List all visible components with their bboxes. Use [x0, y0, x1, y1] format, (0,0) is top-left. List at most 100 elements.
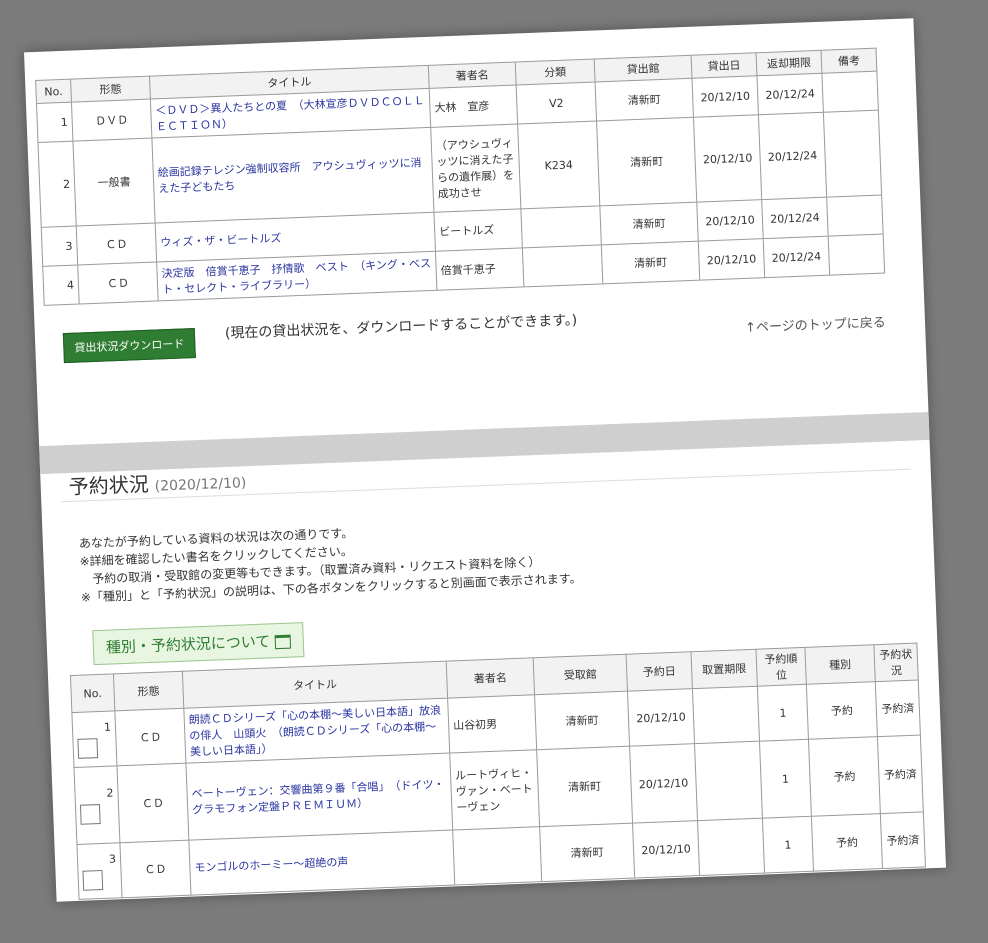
row-no-cell: 3	[76, 842, 123, 900]
col-kind: 種別	[804, 644, 876, 685]
row-no: 2	[106, 786, 114, 800]
row-rank: 1	[759, 739, 812, 819]
row-branch: 清新町	[539, 823, 635, 882]
row-author: ビートルズ	[433, 208, 523, 252]
download-button[interactable]: 貸出状況ダウンロード	[62, 328, 196, 364]
row-title: ベートーヴェン：交響曲第９番「合唱」 （ドイツ・グラモフォン定盤ＰＲＥＭＩＵＭ）	[185, 753, 453, 841]
select-checkbox[interactable]	[77, 737, 99, 759]
row-title: 絵画記録テレジン強制収容所 アウシュヴィッツに消えた子どもたち	[151, 127, 434, 223]
row-author: 倍賞千恵子	[435, 247, 524, 291]
section-divider	[39, 411, 930, 475]
row-branch: 清新町	[601, 241, 700, 284]
row-author: ルートヴィヒ・ヴァン・ベートーヴェン	[449, 749, 540, 831]
row-date: 20/12/10	[627, 688, 695, 747]
row-no-cell: 1	[71, 710, 117, 768]
row-hold	[694, 741, 763, 821]
col-format: 形態	[113, 671, 184, 711]
row-branch: 清新町	[596, 117, 697, 206]
col-date: 予約日	[626, 651, 693, 692]
row-note	[823, 110, 882, 198]
row-out: 20/12/10	[698, 238, 765, 281]
reserve-date: (2020/12/10)	[154, 475, 247, 495]
row-hold	[692, 686, 760, 744]
about-reserve-button[interactable]: 種別・予約状況について	[92, 622, 304, 666]
row-author: （アウシュヴィッツに消えた子らの遺作展）を成功させ	[430, 123, 521, 213]
row-out: 20/12/10	[693, 114, 762, 203]
row-no: 1	[103, 720, 112, 734]
new-window-icon	[274, 634, 291, 649]
row-rank: 1	[762, 816, 814, 874]
row-out: 20/12/10	[691, 75, 759, 118]
row-class: K234	[517, 120, 600, 209]
col-note: 備考	[821, 48, 877, 74]
row-due: 20/12/24	[763, 236, 830, 278]
row-branch: 清新町	[595, 78, 694, 121]
row-class	[520, 205, 602, 248]
title-link[interactable]: 決定版 倍賞千恵子 抒情歌 ベスト （キング・ベスト・セレクト・ライブラリー）	[161, 257, 431, 296]
row-no-cell: 2	[74, 765, 120, 845]
title-link[interactable]: モンゴルのホーミー～超絶の声	[194, 856, 348, 875]
row-author	[452, 826, 542, 885]
row-format: ＣＤ	[77, 261, 159, 304]
row-status: 予約済	[877, 734, 924, 814]
row-kind: 予約	[811, 813, 883, 872]
download-note: (現在の貸出状況を、ダウンロードすることができます。)	[224, 312, 578, 342]
row-no: 1	[36, 102, 73, 143]
row-format: ＣＤ	[119, 840, 191, 898]
about-reserve-label: 種別・予約状況について	[105, 632, 271, 657]
reserve-table: No. 形態 タイトル 著者名 受取館 予約日 取置期限 予約順位 種別 予約状…	[70, 643, 926, 900]
row-format: ＤＶＤ	[71, 99, 152, 142]
row-no: 3	[41, 226, 78, 267]
row-title: モンゴルのホーミー～超絶の声	[188, 830, 455, 896]
row-date: 20/12/10	[632, 820, 700, 879]
row-out: 20/12/10	[696, 199, 764, 242]
page-sheet: No. 形態 タイトル 著者名 分類 貸出館 貸出日 返却期限 備考 1 ＤＶＤ…	[24, 18, 946, 902]
col-author: 著者名	[428, 62, 517, 89]
row-rank: 1	[757, 684, 809, 742]
row-note	[821, 71, 879, 113]
row-due: 20/12/24	[758, 112, 827, 200]
row-due: 20/12/24	[756, 73, 824, 115]
row-format: ＣＤ	[76, 222, 157, 265]
row-date: 20/12/10	[629, 743, 698, 824]
col-hold: 取置期限	[691, 649, 758, 689]
row-class: V2	[516, 81, 597, 124]
title-link[interactable]: 朗読ＣＤシリーズ「心の本棚～美しい日本語」放浪の俳人 山頭火 （朗読ＣＤシリーズ…	[189, 704, 442, 759]
select-checkbox[interactable]	[79, 803, 101, 825]
col-status: 予約状況	[873, 643, 919, 682]
title-link[interactable]: ＜ＤＶＤ＞異人たちとの夏 （大林宣彦ＤＶＤＣＯＬＬＥＣＴＩＯＮ）	[155, 94, 425, 133]
row-note	[828, 234, 885, 276]
row-format: ＣＤ	[116, 763, 189, 843]
row-no: 2	[37, 141, 77, 228]
title-link[interactable]: 絵画記録テレジン強制収容所 アウシュヴィッツに消えた子どもたち	[157, 156, 421, 195]
title-link[interactable]: ベートーヴェン：交響曲第９番「合唱」 （ドイツ・グラモフォン定盤ＰＲＥＭＩＵＭ）	[191, 778, 444, 817]
page-top-link[interactable]: ↑ページのトップに戻る	[745, 312, 886, 336]
row-status: 予約済	[875, 680, 921, 737]
row-branch: 清新町	[536, 746, 633, 827]
reserve-notes: あなたが予約している資料の状況は次の通りです。 ※詳細を確認したい書名をクリック…	[79, 515, 582, 606]
col-class: 分類	[515, 59, 596, 86]
row-format: 一般書	[72, 138, 156, 227]
row-kind: 予約	[808, 736, 881, 817]
col-branch: 受取館	[533, 654, 628, 695]
col-no: No.	[70, 673, 115, 713]
row-hold	[697, 818, 765, 876]
row-note	[826, 195, 884, 237]
col-format: 形態	[70, 76, 151, 103]
select-checkbox[interactable]	[82, 869, 104, 891]
row-status: 予約済	[880, 811, 926, 869]
col-author: 著者名	[446, 657, 535, 699]
reserve-title: 予約状況	[68, 471, 150, 499]
row-due: 20/12/24	[761, 197, 829, 239]
col-due: 返却期限	[756, 50, 822, 76]
row-no: 3	[108, 851, 117, 866]
row-branch: 清新町	[599, 202, 699, 245]
row-title: 朗読ＣＤシリーズ「心の本棚～美しい日本語」放浪の俳人 山頭火 （朗読ＣＤシリーズ…	[183, 698, 450, 764]
row-kind: 予約	[806, 681, 878, 740]
title-link[interactable]: ウィズ・ザ・ビートルズ	[160, 232, 281, 250]
row-class	[522, 244, 603, 287]
row-format: ＣＤ	[114, 708, 186, 766]
col-no: No.	[35, 79, 72, 104]
col-rank: 予約順位	[755, 647, 807, 687]
row-no: 4	[42, 264, 80, 306]
